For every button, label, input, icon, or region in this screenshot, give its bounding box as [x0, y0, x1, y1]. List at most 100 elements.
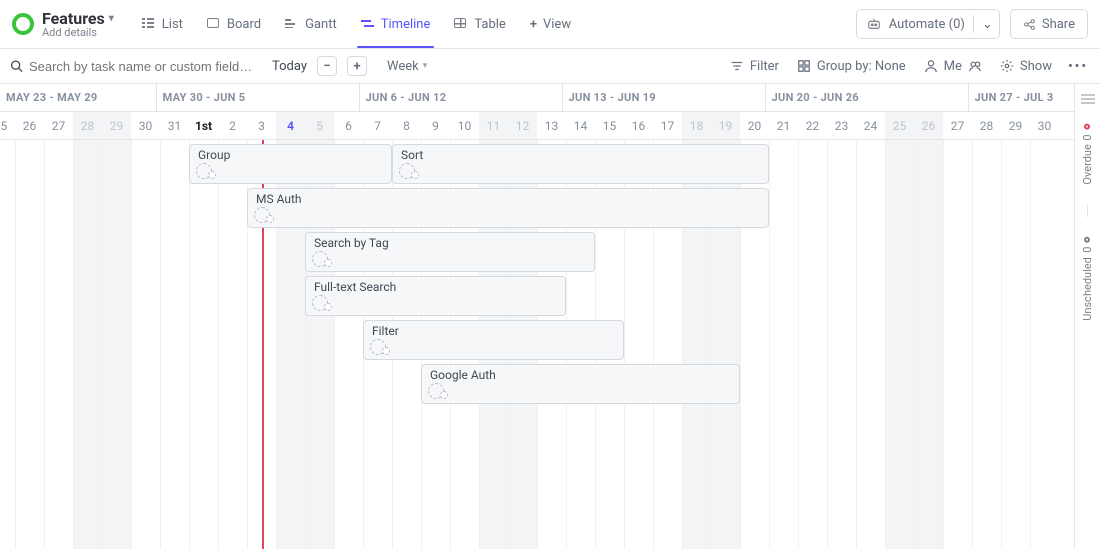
week-header: JUN 20 - JUN 26 [766, 84, 969, 111]
day-header[interactable]: 25 [885, 112, 914, 139]
day-header[interactable]: 3 [247, 112, 276, 139]
day-header[interactable]: 28 [972, 112, 1001, 139]
add-view-button[interactable]: + View [518, 0, 583, 48]
day-header[interactable]: 29 [1001, 112, 1030, 139]
day-header[interactable]: 21 [769, 112, 798, 139]
grid-column [798, 140, 827, 549]
add-assignee-icon[interactable] [208, 171, 216, 179]
day-header[interactable]: 2 [218, 112, 247, 139]
add-details-link[interactable]: Add details [42, 26, 114, 39]
toolbar: Today − + Week ▾ Filter Group by: None M… [0, 49, 1100, 84]
day-header[interactable]: 11 [479, 112, 508, 139]
task-bar[interactable]: Filter [363, 320, 624, 360]
day-header[interactable]: 30 [131, 112, 160, 139]
day-header[interactable]: 20 [740, 112, 769, 139]
zoom-out-button[interactable]: − [317, 56, 337, 76]
timeline-canvas[interactable]: MAY 23 - MAY 29MAY 30 - JUN 5JUN 6 - JUN… [0, 84, 1074, 549]
week-header: JUN 13 - JUN 19 [563, 84, 766, 111]
day-header[interactable]: 17 [653, 112, 682, 139]
grid-column [189, 140, 218, 549]
task-bar[interactable]: Full-text Search [305, 276, 566, 316]
day-header[interactable]: 15 [595, 112, 624, 139]
group-by-button[interactable]: Group by: None [797, 59, 906, 74]
tab-table[interactable]: Table [442, 0, 517, 48]
unscheduled-count: 0 [1081, 247, 1094, 253]
day-header[interactable]: 30 [1030, 112, 1059, 139]
add-assignee-icon[interactable] [440, 391, 448, 399]
day-header[interactable]: 26 [15, 112, 44, 139]
collapse-panel-button[interactable] [1081, 94, 1095, 104]
group-by-label: Group by: None [817, 59, 906, 74]
task-name: Search by Tag [314, 236, 586, 250]
task-bar[interactable]: Group [189, 144, 392, 184]
day-header[interactable]: 27 [943, 112, 972, 139]
day-header[interactable]: 19 [711, 112, 740, 139]
day-header[interactable]: 8 [392, 112, 421, 139]
table-icon [454, 17, 468, 31]
day-header[interactable]: 4 [276, 112, 305, 139]
tab-gantt[interactable]: Gantt [273, 0, 349, 48]
tab-board[interactable]: Board [195, 0, 273, 48]
tab-list[interactable]: List [130, 0, 195, 48]
day-header[interactable]: 1st [189, 112, 218, 139]
day-header[interactable]: 7 [363, 112, 392, 139]
day-header[interactable]: 16 [624, 112, 653, 139]
day-header[interactable]: 5 [305, 112, 334, 139]
add-assignee-icon[interactable] [324, 303, 332, 311]
add-assignee-icon[interactable] [266, 215, 274, 223]
task-bar[interactable]: Search by Tag [305, 232, 595, 272]
automate-label: Automate (0) [889, 17, 965, 32]
more-options-button[interactable]: ••• [1068, 59, 1088, 74]
add-assignee-icon[interactable] [411, 171, 419, 179]
day-header[interactable]: 14 [566, 112, 595, 139]
day-header[interactable]: 18 [682, 112, 711, 139]
automate-button[interactable]: Automate (0) ⌄ [856, 9, 1000, 39]
grid-column [160, 140, 189, 549]
robot-icon [867, 17, 881, 31]
day-header[interactable]: 12 [508, 112, 537, 139]
task-bar[interactable]: Sort [392, 144, 769, 184]
zoom-in-button[interactable]: + [347, 56, 367, 76]
today-button[interactable]: Today [272, 59, 307, 74]
day-header[interactable]: 25 [0, 112, 15, 139]
tab-timeline[interactable]: Timeline [349, 0, 443, 48]
day-header[interactable]: 9 [421, 112, 450, 139]
overdue-rail[interactable]: Overdue 0 [1081, 124, 1094, 185]
day-header[interactable]: 6 [334, 112, 363, 139]
grid-column [73, 140, 102, 549]
assignees-button[interactable] [968, 59, 982, 73]
chevron-down-icon[interactable]: ⌄ [973, 15, 993, 33]
day-header[interactable]: 13 [537, 112, 566, 139]
add-assignee-icon[interactable] [324, 259, 332, 267]
tab-label: Timeline [381, 17, 431, 32]
scale-picker[interactable]: Week ▾ [387, 59, 427, 74]
add-assignee-icon[interactable] [382, 347, 390, 355]
day-header[interactable]: 27 [44, 112, 73, 139]
people-icon [968, 59, 982, 73]
day-header[interactable]: 22 [798, 112, 827, 139]
show-button[interactable]: Show [1000, 59, 1052, 74]
day-header[interactable]: 26 [914, 112, 943, 139]
week-header: JUN 6 - JUN 12 [360, 84, 563, 111]
filter-button[interactable]: Filter [730, 59, 779, 74]
day-header[interactable]: 24 [856, 112, 885, 139]
task-bar[interactable]: Google Auth [421, 364, 740, 404]
unscheduled-dot-icon [1085, 237, 1091, 243]
top-bar: Features ▾ Add details List Board Gantt … [0, 0, 1100, 49]
list-color-icon[interactable] [12, 13, 34, 35]
gantt-icon [285, 17, 299, 31]
tab-label: Gantt [305, 17, 337, 32]
grid-column [102, 140, 131, 549]
day-header[interactable]: 31 [160, 112, 189, 139]
tab-label: Board [227, 17, 261, 32]
day-header[interactable]: 29 [102, 112, 131, 139]
search-input[interactable] [29, 59, 260, 74]
task-bar[interactable]: MS Auth [247, 188, 769, 228]
share-button[interactable]: Share [1010, 9, 1088, 39]
day-header[interactable]: 28 [73, 112, 102, 139]
day-header[interactable]: 10 [450, 112, 479, 139]
unscheduled-rail[interactable]: Unscheduled 0 [1081, 237, 1094, 321]
day-header[interactable]: 23 [827, 112, 856, 139]
grid-column [1001, 140, 1030, 549]
me-toggle[interactable]: Me [924, 59, 962, 74]
